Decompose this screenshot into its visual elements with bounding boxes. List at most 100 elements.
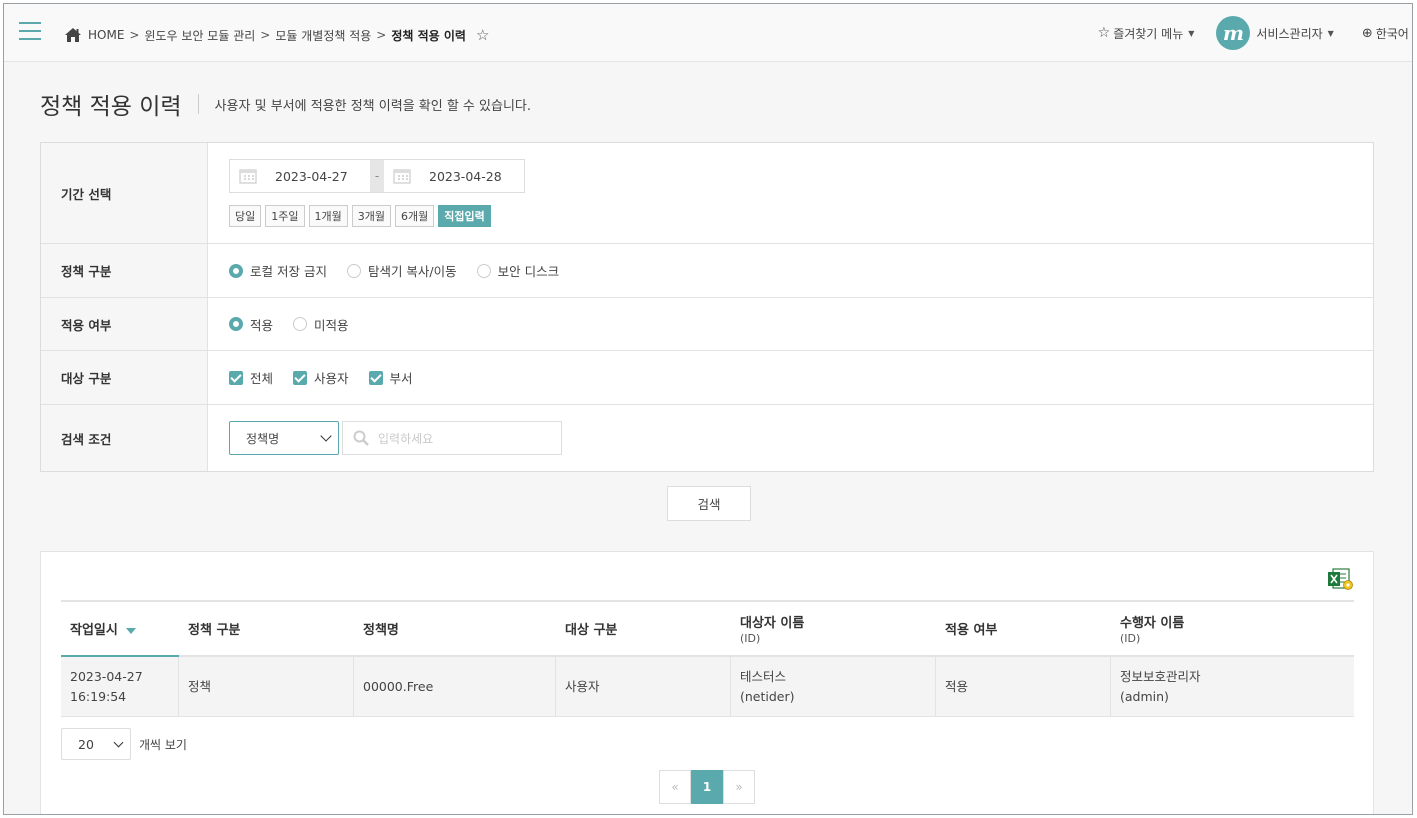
cell-applied: 적용 (936, 657, 1111, 716)
search-placeholder: 입력하세요 (378, 431, 434, 446)
cell-sub: (netider) (740, 688, 795, 704)
checkbox-user[interactable]: 사용자 (293, 368, 349, 387)
date-to-field[interactable]: 2023-04-28 (384, 160, 524, 192)
checkbox-label: 전체 (250, 371, 274, 386)
home-icon[interactable] (64, 27, 82, 43)
target-row: 대상 구분 전체 사용자 부서 (41, 351, 1373, 405)
app-window: HOME > 윈도우 보안 모듈 관리 > 모듈 개별정책 적용 > 정책 적용… (3, 3, 1413, 815)
quick-range-1week[interactable]: 1주일 (265, 205, 305, 227)
col-header-applied[interactable]: 적용 여부 (936, 602, 1111, 655)
radio-label: 로컬 저장 금지 (250, 264, 327, 279)
title-divider (197, 94, 199, 114)
checkbox-checked (229, 370, 243, 385)
menu-icon[interactable] (19, 22, 41, 40)
col-header-actor-name[interactable]: 수행자 이름 (ID) (1111, 602, 1354, 655)
caret-down-icon: ▼ (1188, 28, 1195, 38)
radio-selected (229, 317, 243, 331)
col-header-sub: (ID) (740, 632, 761, 645)
col-header-label: 작업일시 (70, 623, 118, 638)
radio-not-applied[interactable]: 미적용 (293, 315, 349, 334)
chevron-down-icon (320, 430, 332, 442)
radio-applied[interactable]: 적용 (229, 315, 273, 334)
radio-unselected (346, 263, 361, 278)
col-header-policy-type[interactable]: 정책 구분 (179, 602, 354, 655)
language-menu[interactable]: ⊕ 한국어 ▼ (1361, 25, 1412, 42)
search-controls: 정책명 입력하세요 (229, 405, 562, 471)
checkbox-checked (293, 370, 308, 385)
radio-selected (229, 263, 243, 278)
prev-page-button[interactable]: « (659, 770, 691, 804)
cell-text: 적용 (945, 678, 969, 694)
breadcrumb-home[interactable]: HOME (88, 28, 124, 42)
page-size-label: 개씩 보기 (139, 737, 187, 752)
search-row: 검색 조건 정책명 입력하세요 (41, 405, 1373, 471)
col-header-policy-name[interactable]: 정책명 (354, 602, 556, 655)
table-header: 작업일시 정책 구분 정책명 대상 구분 대상자 이름 (ID) 적용 여부 수행… (61, 602, 1354, 657)
favorites-label: 즐겨찾기 메뉴 (1113, 26, 1184, 41)
apply-options: 적용 미적용 (229, 298, 369, 350)
col-header-target-type[interactable]: 대상 구분 (556, 602, 731, 655)
breadcrumb-item[interactable]: 모듈 개별정책 적용 (275, 27, 371, 44)
globe-icon: ⊕ (1361, 25, 1373, 41)
checkbox-dept[interactable]: 부서 (368, 368, 413, 387)
period-row: 기간 선택 2023-04-27 - 2023-04-28 당일 1주일 1개월… (41, 143, 1373, 244)
search-label: 검색 조건 (41, 405, 208, 471)
col-header-date[interactable]: 작업일시 (61, 602, 179, 657)
favorites-menu[interactable]: ☆ 즐겨찾기 메뉴 ▼ (1098, 25, 1195, 42)
top-bar: HOME > 윈도우 보안 모듈 관리 > 모듈 개별정책 적용 > 정책 적용… (4, 4, 1412, 62)
col-header-target-name[interactable]: 대상자 이름 (ID) (731, 602, 936, 655)
checkbox-all[interactable]: 전체 (229, 368, 273, 387)
user-menu[interactable]: m 서비스관리자 ▼ (1216, 16, 1334, 50)
cell-policy-type: 정책 (179, 657, 354, 716)
breadcrumb-item[interactable]: 윈도우 보안 모듈 관리 (144, 27, 255, 44)
user-label: 서비스관리자 (1256, 26, 1323, 41)
breadcrumb-separator: > (129, 28, 140, 42)
table-row[interactable]: 2023-04-27 16:19:54 정책 00000.Free 사용자 테스터… (61, 657, 1354, 717)
radio-explorer-copy[interactable]: 탐색기 복사/이동 (346, 261, 457, 280)
radio-unselected (476, 263, 491, 278)
date-range: 2023-04-27 - 2023-04-28 (229, 159, 525, 193)
result-panel: 작업일시 정책 구분 정책명 대상 구분 대상자 이름 (ID) 적용 여부 수행… (40, 551, 1374, 814)
col-header-label: 대상자 이름 (740, 616, 805, 631)
next-page-button[interactable]: » (723, 770, 755, 804)
date-from-field[interactable]: 2023-04-27 (230, 160, 370, 192)
radio-label: 탐색기 복사/이동 (367, 264, 457, 279)
policy-type-options: 로컬 저장 금지 탐색기 복사/이동 보안 디스크 (229, 244, 579, 297)
cell-sub: (admin) (1120, 688, 1169, 704)
excel-export-icon[interactable] (1327, 567, 1355, 591)
breadcrumb-current: 정책 적용 이력 (391, 28, 466, 43)
period-label: 기간 선택 (41, 143, 208, 243)
page-size-select[interactable]: 20 (61, 728, 131, 760)
page-size-value: 20 (78, 736, 94, 752)
quick-range-3month[interactable]: 3개월 (351, 205, 391, 227)
search-button[interactable]: 검색 (667, 486, 751, 521)
breadcrumb-separator: > (260, 28, 271, 42)
page-number-current[interactable]: 1 (691, 770, 723, 804)
favorite-star-icon[interactable]: ☆ (476, 26, 489, 44)
search-field-select[interactable]: 정책명 (229, 421, 339, 455)
policy-type-row: 정책 구분 로컬 저장 금지 탐색기 복사/이동 보안 디스크 (41, 244, 1373, 298)
caret-down-icon: ▼ (1327, 28, 1334, 38)
cell-target-name: 테스터스 (netider) (731, 657, 936, 716)
search-form: 기간 선택 2023-04-27 - 2023-04-28 당일 1주일 1개월… (40, 142, 1374, 472)
search-input[interactable]: 입력하세요 (342, 421, 562, 455)
radio-local-save-block[interactable]: 로컬 저장 금지 (229, 261, 327, 280)
history-table: 작업일시 정책 구분 정책명 대상 구분 대상자 이름 (ID) 적용 여부 수행… (61, 600, 1354, 717)
star-icon: ☆ (1097, 25, 1111, 41)
cell-date: 2023-04-27 16:19:54 (61, 657, 179, 716)
breadcrumb-separator: > (376, 28, 387, 42)
quick-range-1month[interactable]: 1개월 (308, 205, 348, 227)
col-header-label: 수행자 이름 (1120, 616, 1185, 631)
sort-desc-icon (125, 627, 136, 634)
pagination: « 1 » (659, 770, 755, 804)
radio-secure-disk[interactable]: 보안 디스크 (476, 261, 560, 280)
radio-label: 보안 디스크 (497, 264, 560, 279)
quick-range-6month[interactable]: 6개월 (395, 205, 435, 227)
checkbox-label: 부서 (389, 371, 413, 386)
quick-range-today[interactable]: 당일 (229, 205, 262, 227)
radio-label: 적용 (250, 317, 274, 333)
cell-date-time: 16:19:54 (70, 688, 127, 704)
quick-range-custom[interactable]: 직접입력 (438, 205, 491, 227)
search-field-value: 정책명 (246, 431, 280, 446)
page-header: 정책 적용 이력 사용자 및 부서에 적용한 정책 이력을 확인 할 수 있습니… (40, 87, 531, 121)
